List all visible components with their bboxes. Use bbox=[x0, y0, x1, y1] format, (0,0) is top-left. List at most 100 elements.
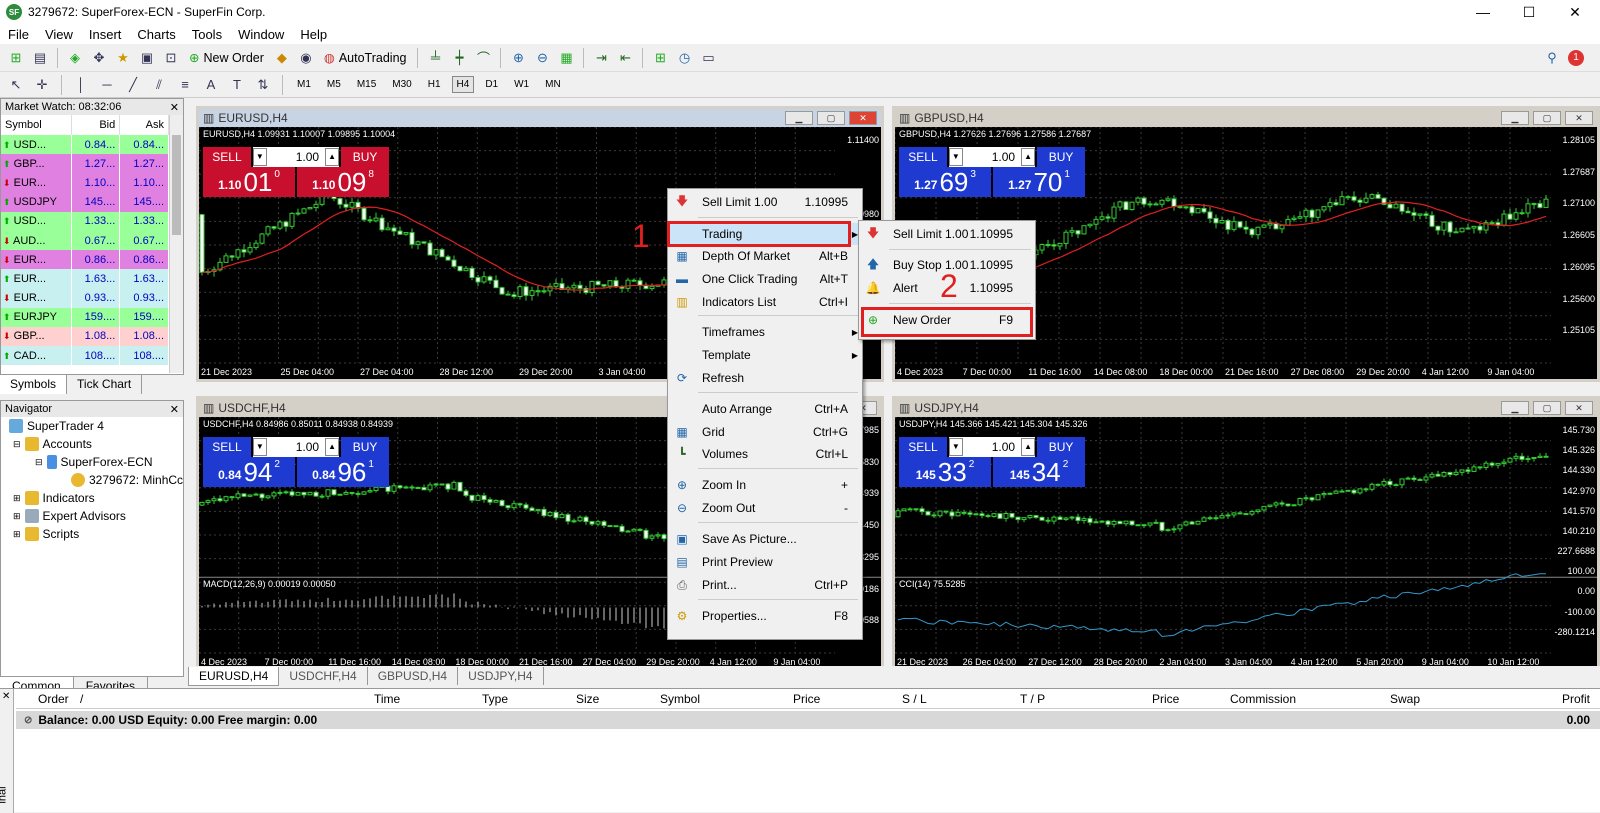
indicators-icon[interactable]: ⊞ bbox=[650, 48, 670, 68]
sell-button[interactable]: SELL bbox=[203, 147, 251, 167]
column-order[interactable]: Order bbox=[38, 692, 69, 706]
menu-help[interactable]: Help bbox=[292, 27, 335, 42]
column-commission[interactable]: Commission bbox=[1230, 692, 1296, 706]
menu-item-auto-arrange[interactable]: Auto Arrange Ctrl+A bbox=[668, 398, 862, 420]
tab-usdjpy[interactable]: USDJPY,H4 bbox=[458, 667, 544, 685]
market-watch-row[interactable]: ⬆ USD... 0.84... 0.84... bbox=[1, 135, 169, 155]
text-label-icon[interactable]: T bbox=[227, 75, 247, 95]
column-tp[interactable]: T / P bbox=[1020, 692, 1045, 706]
menu-insert[interactable]: Insert bbox=[81, 27, 130, 42]
column-header[interactable]: Symbol bbox=[1, 115, 72, 135]
close-button[interactable]: ✕ bbox=[1565, 401, 1593, 415]
zoom-out-icon[interactable]: ⊖ bbox=[532, 48, 552, 68]
sell-price-button[interactable]: 1.27 69 3 bbox=[899, 167, 991, 197]
buy-price-button[interactable]: 1.10 09 8 bbox=[297, 167, 389, 197]
buy-price-button[interactable]: 145 34 2 bbox=[993, 457, 1085, 487]
market-watch-icon[interactable]: ◈ bbox=[65, 48, 85, 68]
close-button[interactable]: ✕ bbox=[849, 111, 877, 125]
options-icon[interactable]: ◉ bbox=[296, 48, 316, 68]
menu-item-zoom-in[interactable]: ⊕ Zoom In + bbox=[668, 474, 862, 496]
menu-item-template[interactable]: Template ▶ bbox=[668, 344, 862, 366]
profiles-icon[interactable]: ▤ bbox=[30, 48, 50, 68]
chart-titlebar[interactable]: ▥ EURUSD,H4 ▁ ▢ ✕ bbox=[199, 109, 881, 127]
text-icon[interactable]: A bbox=[201, 75, 221, 95]
periods-icon[interactable]: ◷ bbox=[674, 48, 694, 68]
market-watch-row[interactable]: ⬆ EURJPY 159.... 159.... bbox=[1, 307, 169, 327]
menu-item-refresh[interactable]: ⟳ Refresh bbox=[668, 367, 862, 389]
chart-shift-icon[interactable]: ⇤ bbox=[615, 48, 635, 68]
zoom-in-icon[interactable]: ⊕ bbox=[508, 48, 528, 68]
lot-down-icon[interactable]: ▼ bbox=[252, 438, 267, 456]
cursor-icon[interactable]: ↖ bbox=[6, 75, 26, 95]
horizontal-line-icon[interactable]: ─ bbox=[97, 75, 117, 95]
close-button[interactable]: ✕ bbox=[1552, 0, 1598, 24]
minimize-button[interactable]: ▁ bbox=[785, 111, 813, 125]
close-icon[interactable]: ✕ bbox=[170, 101, 183, 114]
buy-button[interactable]: BUY bbox=[1037, 437, 1085, 457]
scrollbar-thumb[interactable] bbox=[172, 135, 181, 235]
candlestick-icon[interactable]: ┿ bbox=[449, 48, 469, 68]
menu-item-save-as-picture[interactable]: ▣ Save As Picture... bbox=[668, 528, 862, 550]
tab-eurusd[interactable]: EURUSD,H4 bbox=[188, 666, 280, 686]
menu-file[interactable]: File bbox=[0, 27, 37, 42]
lot-size-field[interactable]: ▼ 1.00 ▲ bbox=[252, 147, 340, 167]
sell-price-button[interactable]: 0.84 94 2 bbox=[203, 457, 295, 487]
chart-titlebar[interactable]: ▥ USDJPY,H4 ▁ ▢ ✕ bbox=[895, 399, 1597, 417]
maximize-button[interactable]: ▢ bbox=[817, 111, 845, 125]
lot-up-icon[interactable]: ▲ bbox=[325, 148, 340, 166]
terminal-icon[interactable]: ▣ bbox=[137, 48, 157, 68]
new-order-button[interactable]: ⊕ New Order bbox=[185, 47, 268, 69]
maximize-button[interactable]: ▢ bbox=[1533, 401, 1561, 415]
timeframe-h1[interactable]: H1 bbox=[423, 76, 446, 93]
lot-size-field[interactable]: ▼ 1.00 ▲ bbox=[948, 147, 1036, 167]
column-header[interactable]: Bid bbox=[71, 115, 121, 135]
trendline-icon[interactable]: ╱ bbox=[123, 75, 143, 95]
minimize-button[interactable]: — bbox=[1460, 0, 1506, 24]
tab-gbpusd[interactable]: GBPUSD,H4 bbox=[368, 667, 459, 685]
column-header[interactable]: Ask bbox=[119, 115, 169, 135]
submenu-item-sell-limit-1-00[interactable]: 🡇 Sell Limit 1.00 1.10995 bbox=[859, 223, 1035, 245]
column-swap[interactable]: Swap bbox=[1390, 692, 1420, 706]
market-watch-row[interactable]: ⬇ AUD... 0.67... 0.67... bbox=[1, 230, 169, 251]
chart-window-usdjpy[interactable]: ▥ USDJPY,H4 ▁ ▢ ✕ USDJPY,H4 145.366 145.421 … bbox=[892, 396, 1600, 672]
timeframe-m30[interactable]: M30 bbox=[387, 76, 416, 93]
bar-chart-icon[interactable]: ╧ bbox=[425, 48, 445, 68]
market-watch-row[interactable]: ⬇ GBP... 1.08... 1.08... bbox=[1, 326, 169, 347]
search-icon[interactable]: ⚲ bbox=[1542, 48, 1562, 68]
tab-usdchf[interactable]: USDCHF,H4 bbox=[279, 667, 368, 685]
vertical-line-icon[interactable]: │ bbox=[71, 75, 91, 95]
column-price2[interactable]: Price bbox=[1152, 692, 1179, 706]
menu-item-trading[interactable]: Trading ▶ bbox=[668, 223, 862, 245]
menu-item-volumes[interactable]: ┗ Volumes Ctrl+L bbox=[668, 443, 862, 465]
menu-item-timeframes[interactable]: Timeframes ▶ bbox=[668, 321, 862, 343]
menu-item-sell-limit-1-00[interactable]: 🡇 Sell Limit 1.00 1.10995 bbox=[668, 191, 862, 213]
close-icon[interactable]: ✕ bbox=[2, 691, 10, 702]
market-watch-row[interactable]: ⬇ EUR... 1.10... 1.10... bbox=[1, 173, 169, 193]
maximize-button[interactable]: ▢ bbox=[1533, 111, 1561, 125]
timeframe-h4[interactable]: H4 bbox=[451, 76, 475, 93]
nav-indicators[interactable]: ⊞ Indicators bbox=[13, 491, 95, 505]
timeframe-m1[interactable]: M1 bbox=[292, 76, 316, 93]
menu-item-print-preview[interactable]: ▤ Print Preview bbox=[668, 551, 862, 573]
strategy-tester-icon[interactable]: ⊡ bbox=[161, 48, 181, 68]
chart-titlebar[interactable]: ▥ GBPUSD,H4 ▁ ▢ ✕ bbox=[895, 109, 1597, 127]
timeframe-m5[interactable]: M5 bbox=[322, 76, 346, 93]
minimize-button[interactable]: ▁ bbox=[1501, 111, 1529, 125]
column-sl[interactable]: S / L bbox=[902, 692, 927, 706]
lot-up-icon[interactable]: ▲ bbox=[1021, 148, 1036, 166]
market-watch-row[interactable]: ⬆ GBP... 1.27... 1.27... bbox=[1, 154, 169, 174]
autotrading-button[interactable]: ◍ AutoTrading bbox=[320, 47, 411, 69]
sell-button[interactable]: SELL bbox=[899, 437, 947, 457]
sell-price-button[interactable]: 145 33 2 bbox=[899, 457, 991, 487]
timeframe-w1[interactable]: W1 bbox=[509, 76, 534, 93]
column-price[interactable]: Price bbox=[793, 692, 820, 706]
line-chart-icon[interactable]: ⌒ bbox=[473, 48, 493, 68]
nav-scripts[interactable]: ⊞ Scripts bbox=[13, 527, 79, 541]
timeframe-m15[interactable]: M15 bbox=[352, 76, 381, 93]
new-chart-icon[interactable]: ⊞ bbox=[6, 48, 26, 68]
lot-down-icon[interactable]: ▼ bbox=[948, 438, 963, 456]
buy-button[interactable]: BUY bbox=[1037, 147, 1085, 167]
notification-icon[interactable]: 1 bbox=[1568, 49, 1584, 66]
navigator-icon[interactable]: ★ bbox=[113, 48, 133, 68]
close-icon[interactable]: ✕ bbox=[170, 403, 183, 416]
